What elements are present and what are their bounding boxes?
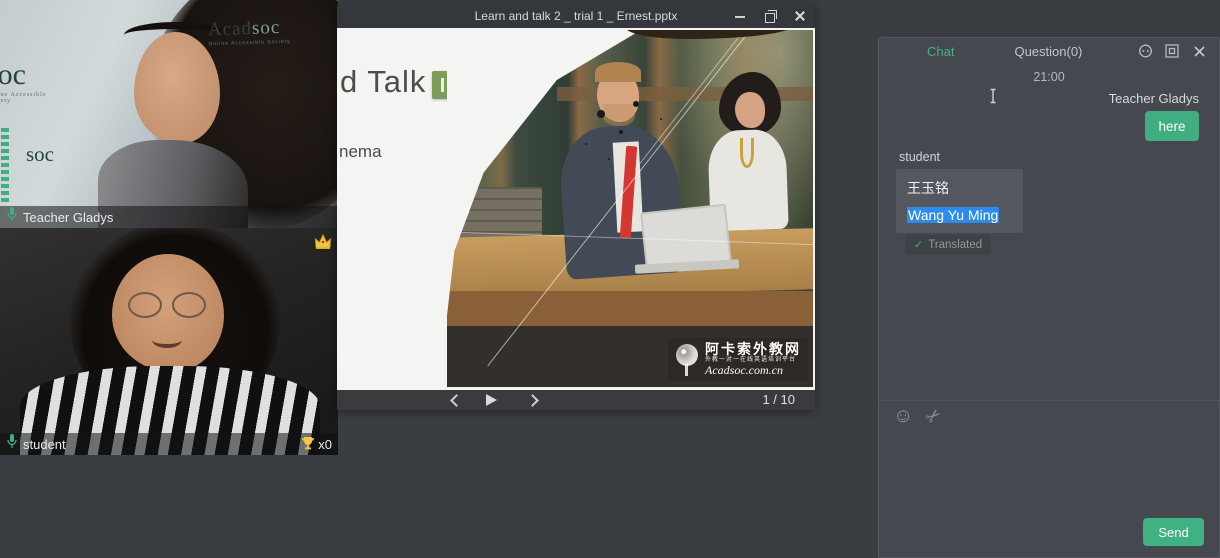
acadsoc-poster-partial: soc Online Accessible Society [0, 58, 72, 104]
microphone-icon[interactable] [6, 434, 18, 454]
input-divider [879, 400, 1219, 401]
slide-heading: d Talk [340, 64, 426, 100]
teacher-name-label: Teacher Gladys [23, 210, 113, 225]
message-text-cn: 王玉铭 [907, 178, 1012, 198]
chat-header: Chat Question(0) [879, 38, 1219, 64]
ppt-titlebar[interactable]: Learn and talk 2 _ trial 1 _ Ernest.pptx [337, 3, 815, 28]
acadsoc-poster-partial-2: soc [26, 142, 54, 167]
slide-canvas: d Talk nema [337, 28, 815, 390]
slide-subline: nema [339, 142, 382, 162]
student-name-label: student [23, 437, 66, 452]
poster-logo-soc: soc [252, 17, 281, 39]
message-sender: student [899, 150, 940, 164]
chat-panel: Chat Question(0) 21:00 Teacher Gladys he… [878, 37, 1220, 558]
tab-question[interactable]: Question(0) [1014, 44, 1082, 59]
message-sender: Teacher Gladys [1109, 91, 1199, 106]
teacher-video-tile: Acadsoc Online Accessible Society soc On… [0, 0, 338, 228]
student-label-bar: student x0 [0, 433, 338, 455]
classroom-app: Acadsoc Online Accessible Society soc On… [0, 0, 1220, 558]
page-indicator: 1 / 10 [762, 390, 795, 410]
play-button[interactable] [486, 394, 497, 406]
tree-logo-icon [675, 344, 699, 376]
close-panel-icon[interactable] [1191, 43, 1207, 59]
trophy-icon [301, 436, 315, 453]
tab-chat[interactable]: Chat [927, 44, 954, 59]
acadsoc-poster-logo: Acadsoc Online Accessible Society [208, 17, 291, 48]
minimize-icon[interactable] [733, 9, 747, 23]
screenshot-scissors-icon[interactable]: ✂ [922, 404, 945, 427]
message-bubble-student: 王玉铭 Wang Yu Ming [896, 169, 1023, 233]
text-cursor [987, 88, 999, 109]
prev-slide-button[interactable] [449, 394, 461, 406]
ppt-title: Learn and talk 2 _ trial 1 _ Ernest.pptx [475, 9, 678, 23]
acadsoc-watermark: 阿卡索外教网 外教一对一在线英语培训平台 Acadsoc.com.cn [668, 338, 808, 381]
slide-nav-bar: 1 / 10 [337, 390, 815, 410]
message-bubble-teacher: here [1145, 111, 1199, 141]
message-text-en-selected: Wang Yu Ming [907, 207, 999, 223]
microphone-icon[interactable] [6, 207, 18, 227]
chat-timestamp: 21:00 [879, 70, 1219, 84]
slide-photo: 阿卡索外教网 外教一对一在线英语培训平台 Acadsoc.com.cn [447, 30, 813, 387]
check-icon: ✓ [914, 238, 923, 251]
chat-history-icon[interactable] [1137, 43, 1153, 59]
message-input[interactable] [881, 434, 1217, 512]
volume-meter [1, 128, 9, 202]
teacher-label-bar: Teacher Gladys [0, 206, 338, 228]
next-slide-button[interactable] [525, 394, 537, 406]
ppt-window: Learn and talk 2 _ trial 1 _ Ernest.pptx… [337, 3, 815, 410]
restore-icon[interactable] [763, 9, 777, 23]
translated-badge: ✓ Translated [905, 235, 991, 254]
send-button[interactable]: Send [1143, 518, 1204, 546]
student-video-tile: student x0 [0, 228, 338, 455]
crown-icon [313, 233, 333, 255]
popout-window-icon[interactable] [1164, 43, 1180, 59]
close-icon[interactable] [793, 9, 807, 23]
emoji-icon[interactable]: ☺ [893, 406, 913, 426]
trophy-count: x0 [318, 437, 332, 452]
